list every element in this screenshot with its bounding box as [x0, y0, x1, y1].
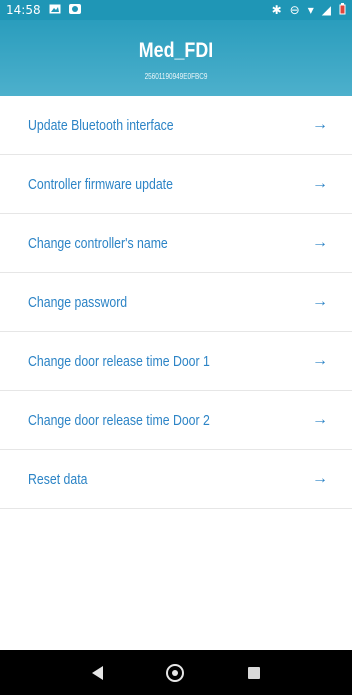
arrow-right-icon: → [312, 116, 328, 133]
image-icon [49, 3, 61, 17]
menu-item-reset-data[interactable]: Reset data → [0, 450, 352, 509]
status-left: 14:58 [6, 3, 81, 18]
do-not-disturb-icon: ⊖ [289, 3, 300, 17]
status-bar: 14:58 ✱ ⊖ ▾ ◢ [0, 0, 352, 20]
menu-item-release-time-door-2[interactable]: Change door release time Door 2 → [0, 391, 352, 450]
navigation-bar [0, 650, 352, 695]
arrow-right-icon: → [312, 234, 328, 251]
menu-item-label: Change door release time Door 2 [28, 411, 210, 429]
page-title: Med_FDI [138, 39, 214, 62]
battery-icon [339, 2, 346, 18]
menu-item-label: Change controller's name [28, 234, 168, 252]
home-icon[interactable] [166, 663, 185, 682]
arrow-right-icon: → [312, 175, 328, 192]
bluetooth-icon: ✱ [271, 3, 282, 17]
notification-icon [68, 3, 81, 18]
arrow-right-icon: → [312, 293, 328, 310]
signal-icon: ◢ [321, 3, 331, 17]
status-time: 14:58 [6, 3, 41, 17]
arrow-right-icon: → [312, 411, 328, 428]
recent-apps-icon[interactable] [248, 666, 261, 679]
arrow-right-icon: → [312, 352, 328, 369]
menu-item-label: Controller firmware update [28, 175, 173, 193]
device-id: 25601190949E0FBC9 [144, 72, 208, 81]
menu-item-label: Change door release time Door 1 [28, 352, 210, 370]
back-icon[interactable] [91, 665, 103, 680]
menu-item-label: Change password [28, 293, 128, 311]
menu-item-update-bluetooth[interactable]: Update Bluetooth interface → [0, 96, 352, 155]
settings-menu: Update Bluetooth interface → Controller … [0, 96, 352, 509]
app-header: Med_FDI 25601190949E0FBC9 [0, 20, 352, 96]
menu-item-change-password[interactable]: Change password → [0, 273, 352, 332]
menu-item-change-name[interactable]: Change controller's name → [0, 214, 352, 273]
menu-item-firmware-update[interactable]: Controller firmware update → [0, 155, 352, 214]
wifi-icon: ▾ [307, 3, 314, 17]
menu-item-label: Update Bluetooth interface [28, 116, 174, 134]
arrow-right-icon: → [312, 470, 328, 487]
status-right: ✱ ⊖ ▾ ◢ [271, 2, 346, 18]
menu-item-release-time-door-1[interactable]: Change door release time Door 1 → [0, 332, 352, 391]
menu-item-label: Reset data [28, 470, 88, 488]
